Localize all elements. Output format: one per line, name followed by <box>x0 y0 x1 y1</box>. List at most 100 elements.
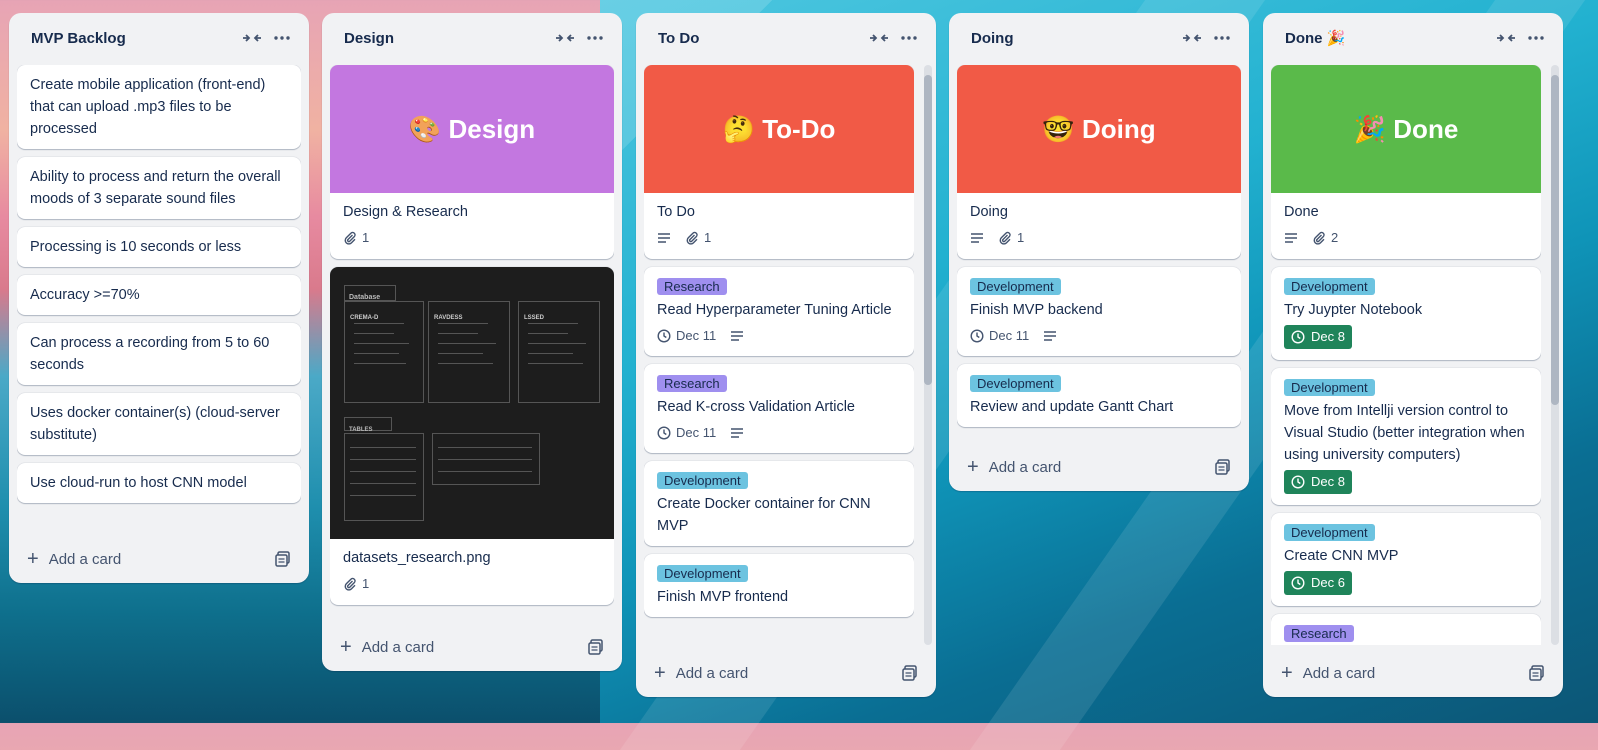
card[interactable]: Development Finish MVP frontend <box>644 554 914 617</box>
card-cover: 🎨 Design <box>330 65 614 193</box>
card[interactable]: Development Create CNN MVP Dec 6 <box>1271 513 1541 606</box>
card[interactable]: Ability to process and return the overal… <box>17 157 301 219</box>
collapse-icon[interactable] <box>1491 23 1521 53</box>
attachment-count: 1 <box>362 576 370 591</box>
due-date-complete-badge[interactable]: Dec 6 <box>1284 571 1352 595</box>
card[interactable]: 🤔 To-Do To Do 1 <box>644 65 914 259</box>
label-development: Development <box>657 472 748 489</box>
more-icon[interactable] <box>894 23 924 53</box>
image-text: RAVDESS <box>434 315 463 321</box>
card[interactable]: 🤓 Doing Doing 1 <box>957 65 1241 259</box>
plus-icon: + <box>340 636 352 658</box>
clock-icon <box>657 426 671 440</box>
card[interactable]: Development Review and update Gantt Char… <box>957 364 1241 427</box>
card-title: Finish MVP backend <box>970 302 1103 318</box>
card[interactable]: Processing is 10 seconds or less <box>17 227 301 267</box>
card[interactable]: Development Create Docker container for … <box>644 461 914 546</box>
plus-icon: + <box>967 456 979 478</box>
due-date: Dec 11 <box>676 328 717 343</box>
list-header: Design <box>322 13 622 63</box>
card-cover: 🤓 Doing <box>957 65 1241 193</box>
card[interactable]: Research Read K-cross Validation Article… <box>644 364 914 453</box>
paperclip-icon <box>343 577 357 591</box>
image-text: CREMA-D <box>350 315 379 321</box>
more-icon[interactable] <box>1207 23 1237 53</box>
card[interactable]: 🎉 Done Done 2 <box>1271 65 1541 259</box>
add-card-button[interactable]: Add a card <box>362 639 588 656</box>
paperclip-icon <box>685 231 699 245</box>
add-card-button[interactable]: Add a card <box>49 551 275 568</box>
due-date-complete-badge[interactable]: Dec 8 <box>1284 325 1352 349</box>
add-card-footer: + Add a card <box>17 543 301 575</box>
template-icon[interactable] <box>275 551 291 567</box>
attachment-badge: 2 <box>1312 227 1338 249</box>
template-icon[interactable] <box>902 665 918 681</box>
template-icon[interactable] <box>588 639 604 655</box>
collapse-icon[interactable] <box>237 23 267 53</box>
card-title: Move from Intellji version control to Vi… <box>1284 403 1525 463</box>
scrollbar-thumb[interactable] <box>1551 75 1559 405</box>
card-title: To Do <box>657 204 695 220</box>
card-title: Can process a recording from 5 to 60 sec… <box>30 335 270 373</box>
card[interactable]: Create mobile application (front-end) th… <box>17 65 301 149</box>
add-card-button[interactable]: Add a card <box>676 665 902 682</box>
card-title: Create Docker container for CNN MVP <box>657 496 871 534</box>
board: MVP Backlog Create mobile application (f… <box>0 0 1598 723</box>
scrollbar[interactable] <box>924 65 932 645</box>
card-list: 🎨 Design Design & Research 1 Database CR… <box>330 65 614 627</box>
label-research: Research <box>657 375 727 392</box>
list-title[interactable]: MVP Backlog <box>31 30 237 47</box>
due-date: Dec 11 <box>676 425 717 440</box>
card[interactable]: Development Move from Intellji version c… <box>1271 368 1541 505</box>
card[interactable]: Development Finish MVP backend Dec 11 <box>957 267 1241 356</box>
scrollbar-thumb[interactable] <box>924 75 932 385</box>
card[interactable]: 🎨 Design Design & Research 1 <box>330 65 614 259</box>
add-card-button[interactable]: Add a card <box>989 459 1215 476</box>
template-icon[interactable] <box>1215 459 1231 475</box>
list-title[interactable]: Design <box>344 30 550 47</box>
label-development: Development <box>1284 524 1375 541</box>
collapse-icon[interactable] <box>550 23 580 53</box>
attachment-count: 2 <box>1331 230 1339 245</box>
card-list: 🎉 Done Done 2 Development Try Juypter No… <box>1271 65 1541 645</box>
card[interactable]: Accuracy >=70% <box>17 275 301 315</box>
list-title[interactable]: Doing <box>971 30 1177 47</box>
clock-icon <box>1291 330 1305 344</box>
card-list: 🤓 Doing Doing 1 Development Finish MVP b… <box>957 65 1241 445</box>
paperclip-icon <box>998 231 1012 245</box>
card[interactable]: Development Try Juypter Notebook Dec 8 <box>1271 267 1541 360</box>
more-icon[interactable] <box>267 23 297 53</box>
card[interactable]: Use cloud-run to host CNN model <box>17 463 301 503</box>
more-icon[interactable] <box>1521 23 1551 53</box>
due-date-badge[interactable]: Dec 11 <box>657 422 716 444</box>
due-date: Dec 11 <box>989 328 1030 343</box>
due-date-badge[interactable]: Dec 11 <box>657 325 716 347</box>
card[interactable]: Can process a recording from 5 to 60 sec… <box>17 323 301 385</box>
description-icon <box>970 232 984 244</box>
image-text: LSSED <box>524 315 545 321</box>
card[interactable]: Uses docker container(s) (cloud-server s… <box>17 393 301 455</box>
collapse-icon[interactable] <box>864 23 894 53</box>
due-date-badge[interactable]: Dec 11 <box>970 325 1029 347</box>
list-doing: Doing 🤓 Doing Doing 1 Development Finish… <box>949 13 1249 491</box>
list-header: To Do <box>636 13 936 63</box>
collapse-icon[interactable] <box>1177 23 1207 53</box>
list-title[interactable]: To Do <box>658 30 864 47</box>
attachment-badge: 1 <box>998 227 1024 249</box>
card-title: Uses docker container(s) (cloud-server s… <box>30 405 280 443</box>
card-list: Create mobile application (front-end) th… <box>17 65 301 535</box>
attachment-badge: 1 <box>343 227 369 249</box>
plus-icon: + <box>27 548 39 570</box>
card[interactable]: Research Read Hyperparameter Tuning Arti… <box>644 267 914 356</box>
card[interactable]: Research <box>1271 614 1541 645</box>
card[interactable]: Database CREMA-D RAVDESS LSSED TABLES da… <box>330 267 614 605</box>
list-title[interactable]: Done 🎉 <box>1285 29 1491 47</box>
plus-icon: + <box>1281 662 1293 684</box>
more-icon[interactable] <box>580 23 610 53</box>
add-card-button[interactable]: Add a card <box>1303 665 1529 682</box>
template-icon[interactable] <box>1529 665 1545 681</box>
card-cover: 🎉 Done <box>1271 65 1541 193</box>
card-title: Create mobile application (front-end) th… <box>30 77 266 137</box>
due-date-complete-badge[interactable]: Dec 8 <box>1284 470 1352 494</box>
scrollbar[interactable] <box>1551 65 1559 645</box>
